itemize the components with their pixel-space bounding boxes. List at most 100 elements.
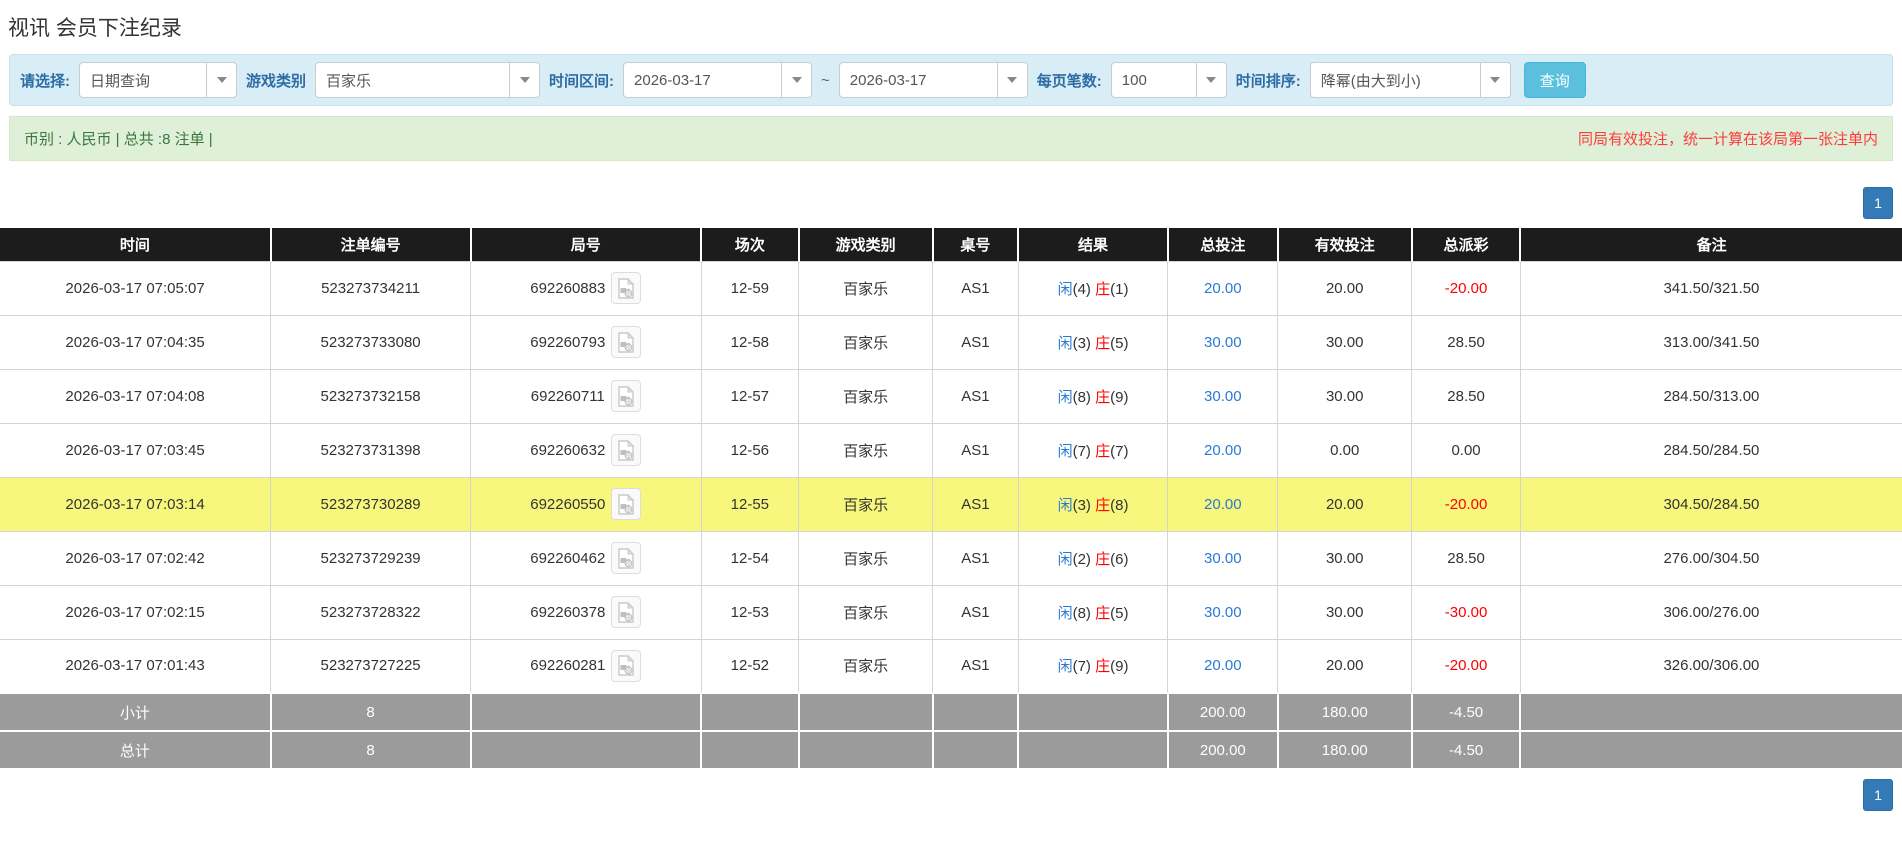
chevron-down-icon	[509, 63, 539, 97]
sort-order-select[interactable]: 降幂(由大到小)	[1309, 62, 1511, 98]
query-type-select[interactable]: 日期查询	[79, 62, 237, 98]
cell-table-no: AS1	[932, 422, 1019, 478]
cell-total-bet[interactable]: 20.00	[1167, 422, 1279, 478]
summary-empty	[1018, 692, 1169, 732]
cell-total-bet[interactable]: 20.00	[1167, 260, 1279, 316]
cell-session: 12-58	[701, 314, 800, 370]
cell-bet-id: 523273733080	[270, 314, 472, 370]
table-header-row: 时间 注单编号 局号 场次 游戏类别 桌号 结果 总投注 有效投注 总派彩 备注	[0, 228, 1902, 261]
cell-game-category: 百家乐	[798, 422, 934, 478]
summary-label: 总计	[0, 730, 272, 770]
cell-payout: -20.00	[1411, 476, 1521, 532]
cell-total-bet[interactable]: 30.00	[1167, 530, 1279, 586]
table-row: 2026-03-17 07:04:08 523273732158 692260711…	[0, 368, 1902, 424]
date-to-value: 2026-03-17	[849, 71, 927, 89]
cell-total-bet[interactable]: 30.00	[1167, 584, 1279, 640]
pagination-bottom: 1	[0, 779, 1902, 821]
cell-payout: 28.50	[1411, 314, 1521, 370]
summary-empty	[1520, 692, 1902, 732]
cell-round-id: 692260711	[470, 368, 702, 424]
video-playback-button[interactable]	[611, 326, 642, 358]
cell-total-bet[interactable]: 30.00	[1167, 314, 1279, 370]
cell-valid-bet: 20.00	[1277, 476, 1413, 532]
video-playback-button[interactable]	[611, 596, 642, 628]
result-player-label: 闲	[1057, 604, 1073, 622]
summary-total-bet: 200.00	[1167, 730, 1279, 770]
summary-label: 小计	[0, 692, 272, 732]
date-range-tilde: ~	[821, 71, 830, 89]
column-header: 注单编号	[269, 228, 471, 261]
cell-bet-id: 523273731398	[270, 422, 472, 478]
date-to-select[interactable]: 2026-03-17	[838, 62, 1028, 98]
summary-empty	[1520, 730, 1902, 770]
table-head: 时间 注单编号 局号 场次 游戏类别 桌号 结果 总投注 有效投注 总派彩 备注	[0, 228, 1902, 261]
cell-result: 闲(7) 庄(9)	[1018, 638, 1169, 694]
summary-count: 8	[270, 692, 472, 732]
cell-valid-bet: 20.00	[1277, 638, 1413, 694]
summary-empty	[701, 692, 800, 732]
cell-time: 2026-03-17 07:02:42	[0, 530, 272, 586]
summary-count: 8	[270, 730, 472, 770]
cell-table-no: AS1	[932, 638, 1019, 694]
cell-payout: 28.50	[1411, 530, 1521, 586]
summary-bar: 币别 : 人民币 | 总共 :8 注单 | 同局有效投注，统一计算在该局第一张注…	[9, 116, 1893, 161]
result-player-label: 闲	[1057, 658, 1073, 676]
cell-game-category: 百家乐	[798, 530, 934, 586]
date-from-select[interactable]: 2026-03-17	[623, 62, 813, 98]
cell-payout: 0.00	[1411, 422, 1521, 478]
cell-remark: 276.00/304.50	[1520, 530, 1902, 586]
column-header: 局号	[469, 228, 702, 261]
search-button[interactable]: 查询	[1523, 62, 1586, 98]
summary-empty	[470, 692, 703, 732]
cell-time: 2026-03-17 07:01:43	[0, 638, 272, 694]
page-size-select[interactable]: 100	[1110, 62, 1227, 98]
video-playback-button[interactable]	[611, 272, 642, 304]
cell-bet-id: 523273730289	[270, 476, 472, 532]
column-header: 有效投注	[1276, 228, 1412, 261]
cell-total-bet[interactable]: 20.00	[1167, 476, 1279, 532]
result-banker-label: 庄	[1095, 658, 1111, 676]
result-banker-count: (5)	[1110, 604, 1129, 622]
cell-bet-id: 523273728322	[270, 584, 472, 640]
column-header: 结果	[1017, 228, 1168, 261]
video-playback-button[interactable]	[611, 649, 642, 682]
result-banker-label: 庄	[1095, 604, 1111, 622]
result-banker-label: 庄	[1095, 550, 1111, 568]
result-banker-count: (1)	[1110, 280, 1129, 298]
pagination-page-button[interactable]: 1	[1863, 187, 1893, 219]
currency-summary-text: 币别 : 人民币 | 总共 :8 注单 |	[24, 131, 213, 148]
chevron-down-icon	[206, 63, 236, 97]
result-banker-label: 庄	[1095, 280, 1111, 298]
video-playback-button[interactable]	[611, 434, 642, 466]
cell-total-bet[interactable]: 30.00	[1167, 368, 1279, 424]
bet-records-table: 时间 注单编号 局号 场次 游戏类别 桌号 结果 总投注 有效投注 总派彩 备注 2026-03-1…	[0, 228, 1902, 770]
result-banker-label: 庄	[1095, 496, 1111, 514]
time-range-label: 时间区间:	[549, 72, 615, 90]
video-playback-button[interactable]	[610, 380, 641, 412]
result-banker-count: (7)	[1110, 442, 1129, 460]
cell-payout: -20.00	[1411, 260, 1521, 316]
result-banker-label: 庄	[1095, 388, 1111, 406]
cell-total-bet[interactable]: 20.00	[1167, 638, 1279, 694]
column-header: 桌号	[931, 228, 1019, 261]
cell-remark: 326.00/306.00	[1520, 638, 1902, 694]
cell-bet-id: 523273729239	[270, 530, 472, 586]
video-playback-button[interactable]	[611, 542, 642, 574]
video-playback-button[interactable]	[611, 488, 642, 520]
page: 视讯 会员下注纪录 请选择: 日期查询 游戏类别 百家乐 时间区间: 2026-…	[0, 0, 1902, 821]
cell-result: 闲(2) 庄(6)	[1018, 530, 1169, 586]
cell-table-no: AS1	[932, 260, 1019, 316]
chevron-down-icon	[1195, 63, 1226, 97]
cell-round-id: 692260281	[470, 638, 702, 694]
result-player-label: 闲	[1057, 334, 1073, 352]
game-category-select[interactable]: 百家乐	[315, 62, 541, 98]
table-row: 2026-03-17 07:03:14 523273730289 692260550…	[0, 476, 1902, 532]
pagination-page-button[interactable]: 1	[1863, 779, 1893, 811]
summary-empty	[1018, 730, 1169, 770]
cell-table-no: AS1	[932, 530, 1019, 586]
cell-game-category: 百家乐	[798, 638, 934, 694]
summary-payout: -4.50	[1411, 730, 1522, 770]
table-row: 2026-03-17 07:04:35 523273733080 692260793…	[0, 314, 1902, 370]
result-player-count: (8)	[1072, 604, 1091, 622]
video-file-icon	[618, 331, 635, 353]
